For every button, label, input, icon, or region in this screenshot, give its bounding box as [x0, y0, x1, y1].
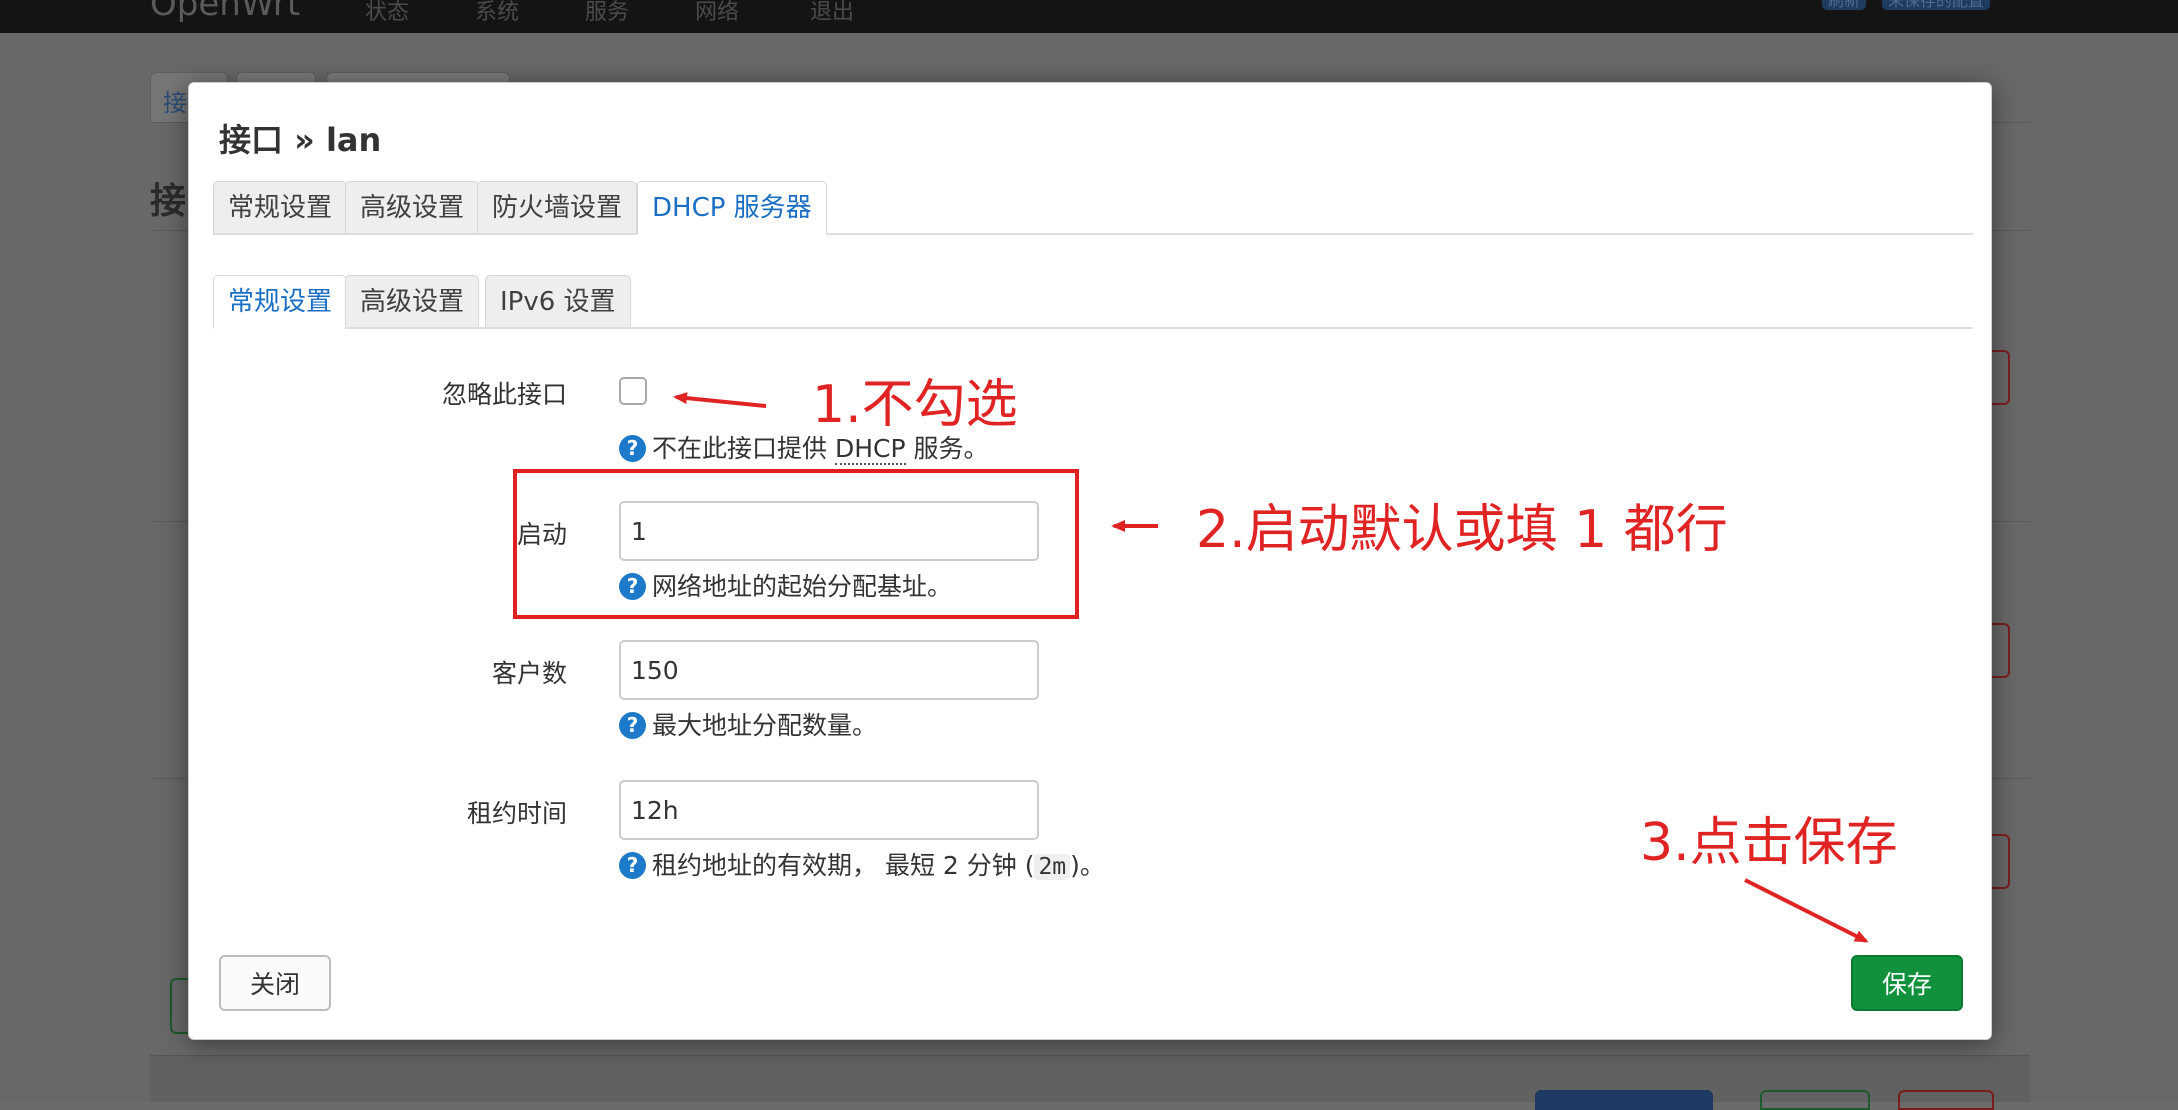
arrow-to-save-button — [1744, 878, 1869, 943]
arrow-to-checkbox — [673, 392, 767, 408]
annotation-arrows — [673, 392, 1869, 943]
